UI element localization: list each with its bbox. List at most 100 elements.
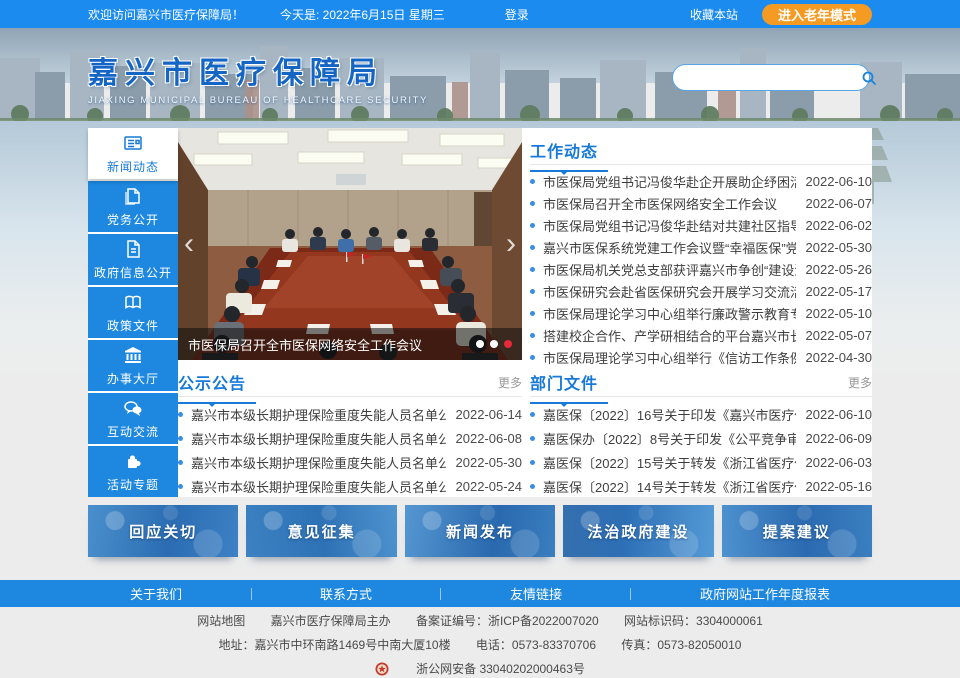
sidebar-item-service-hall[interactable]: 办事大厅 — [88, 340, 178, 391]
sidebar-item-gov-info[interactable]: 政府信息公开 — [88, 234, 178, 285]
list-item[interactable]: 市医保局机关党总支部获评嘉兴市争创“建设清廉机... 2022-05-26 — [530, 258, 872, 280]
section-title: 公示公告 — [178, 370, 246, 394]
search-box — [672, 64, 870, 91]
item-title[interactable]: 嘉兴市本级长期护理保险重度失能人员名单公示（2... — [191, 405, 446, 424]
item-date: 2022-04-30 — [806, 350, 873, 365]
top-utility-bar: 欢迎访问嘉兴市医疗保障局！ 今天是: 2022年6月15日 星期三 登录 收藏本… — [0, 0, 960, 28]
list-item[interactable]: 嘉兴市本级长期护理保险重度失能人员名单公示（2...2022-06-14 — [178, 402, 522, 426]
middle-column: 市医保局召开全市医保网络安全工作会议 公示公告 更多 嘉兴市本级长期护理保险重度… — [178, 128, 522, 497]
bullet-icon — [178, 484, 183, 489]
carousel-dot[interactable] — [476, 340, 484, 348]
sidebar-item-news[interactable]: 新闻动态 — [88, 128, 178, 179]
bullet-icon — [530, 245, 535, 250]
news-carousel[interactable]: 市医保局召开全市医保网络安全工作会议 — [178, 128, 522, 360]
list-item[interactable]: 嘉兴市本级长期护理保险重度失能人员名单公示（2...2022-05-30 — [178, 450, 522, 474]
login-link[interactable]: 登录 — [505, 6, 529, 23]
banner-label: 意见征集 — [288, 521, 356, 542]
sidebar-item-special-topics[interactable]: 活动专题 — [88, 446, 178, 497]
list-item[interactable]: 嘉医保〔2022〕16号关于印发《嘉兴市医疗保...2022-06-10 — [530, 402, 872, 426]
banner-news-release[interactable]: 新闻发布 — [405, 505, 555, 557]
item-title[interactable]: 市医保局党组书记冯俊华赴企开展助企纾困活动 — [543, 172, 796, 191]
host-info: 嘉兴市医疗保障局主办 — [271, 614, 391, 628]
more-link[interactable]: 更多 — [848, 374, 872, 391]
item-title[interactable]: 市医保研究会赴省医保研究会开展学习交流活动 — [543, 282, 796, 301]
list-item[interactable]: 市医保局理论学习中心组举行廉政警示教育专题学习...2022-05-10 — [530, 302, 872, 324]
chat-icon — [122, 397, 144, 419]
banner-law-based-government[interactable]: 法治政府建设 — [563, 505, 713, 557]
item-title[interactable]: 嘉医保办〔2022〕8号关于印发《公平竞争审查... — [543, 429, 796, 448]
item-date: 2022-05-16 — [806, 479, 873, 494]
footer-line-2: 地址：嘉兴市中环南路1469号中南大厦10楼 电话：0573-83370706 … — [0, 636, 960, 653]
bullet-icon — [530, 436, 535, 441]
item-title[interactable]: 嘉医保〔2022〕16号关于印发《嘉兴市医疗保... — [543, 405, 796, 424]
site-subtitle: JIAXING MUNICIPAL BUREAU OF HEALTHCARE S… — [88, 95, 428, 106]
search-icon[interactable] — [861, 66, 877, 89]
sidebar-item-interaction[interactable]: 互动交流 — [88, 393, 178, 444]
site-title: 嘉兴市医疗保障局 — [88, 48, 428, 92]
list-item[interactable]: 市医保局党组书记冯俊华赴企开展助企纾困活动2022-06-10 — [530, 170, 872, 192]
item-date: 2022-05-30 — [806, 240, 873, 255]
item-date: 2022-05-26 — [806, 262, 873, 277]
footnav-annual-report[interactable]: 政府网站工作年度报表 — [700, 584, 830, 603]
sidebar-item-policy-files[interactable]: 政策文件 — [88, 287, 178, 338]
list-item[interactable]: 嘉医保〔2022〕15号关于转发《浙江省医疗保...2022-06-03 — [530, 450, 872, 474]
security-record-number[interactable]: 浙公网安备 33040202000463号 — [416, 660, 585, 677]
banner-label: 法治政府建设 — [587, 521, 689, 542]
sidebar-item-label: 活动专题 — [107, 476, 159, 493]
footnav-friend-links[interactable]: 友情链接 — [510, 584, 562, 603]
list-item[interactable]: 嘉兴市医保系统党建工作会议暨“幸福医保”党建联... 2022-05-30 — [530, 236, 872, 258]
elder-mode-button[interactable]: 进入老年模式 — [762, 4, 872, 25]
item-title[interactable]: 市医保局党组书记冯俊华赴结对共建社区指导全国文... — [543, 216, 796, 235]
favorite-site-link[interactable]: 收藏本站 — [690, 6, 738, 23]
more-link[interactable]: 更多 — [498, 374, 522, 391]
item-title[interactable]: 市医保局机关党总支部获评嘉兴市争创“建设清廉机... — [543, 260, 796, 279]
list-item[interactable]: 嘉兴市本级长期护理保险重度失能人员名单公示（2...2022-05-24 — [178, 474, 522, 498]
list-item[interactable]: 嘉医保办〔2022〕8号关于印发《公平竞争审查... 2022-06-09 — [530, 426, 872, 450]
banner-label: 新闻发布 — [446, 521, 514, 542]
sitemap-link[interactable]: 网站地图 — [197, 614, 245, 628]
main-content-panel: 新闻动态 党务公开 政府信息公开 政策文件 办事大厅 — [88, 128, 872, 497]
notices-list: 嘉兴市本级长期护理保险重度失能人员名单公示（2...2022-06-14 嘉兴市… — [178, 402, 522, 498]
list-item[interactable]: 市医保研究会赴省医保研究会开展学习交流活动2022-05-17 — [530, 280, 872, 302]
book-icon — [122, 291, 144, 313]
carousel-dot[interactable] — [490, 340, 498, 348]
bullet-icon — [530, 223, 535, 228]
item-title[interactable]: 市医保局理论学习中心组举行《信访工作条例》专题... — [543, 348, 796, 367]
list-item[interactable]: 市医保局召开全市医保网络安全工作会议 2022-06-07 — [530, 192, 872, 214]
sidebar-item-label: 新闻动态 — [107, 158, 159, 175]
item-title[interactable]: 嘉医保〔2022〕14号关于转发《浙江省医疗保... — [543, 477, 796, 496]
bullet-icon — [530, 412, 535, 417]
item-title[interactable]: 嘉兴市医保系统党建工作会议暨“幸福医保”党建联... — [543, 238, 796, 257]
carousel-prev-arrow[interactable] — [178, 224, 200, 264]
list-item[interactable]: 嘉兴市本级长期护理保险重度失能人员名单公示（2...2022-06-08 — [178, 426, 522, 450]
item-date: 2022-06-07 — [806, 196, 873, 211]
item-date: 2022-06-09 — [806, 431, 873, 446]
search-input[interactable] — [685, 66, 861, 89]
carousel-caption[interactable]: 市医保局召开全市医保网络安全工作会议 — [188, 335, 468, 354]
list-item[interactable]: 搭建校企合作、产学研相结合的平台嘉兴市长期护理...2022-05-07 — [530, 324, 872, 346]
quick-link-banners: 回应关切 意见征集 新闻发布 法治政府建设 提案建议 — [88, 505, 872, 557]
banner-respond-concerns[interactable]: 回应关切 — [88, 505, 238, 557]
banner-proposal-suggestions[interactable]: 提案建议 — [722, 505, 872, 557]
sidebar-item-party-affairs[interactable]: 党务公开 — [88, 181, 178, 232]
sidebar-item-label: 党务公开 — [107, 211, 159, 228]
item-title[interactable]: 嘉兴市本级长期护理保险重度失能人员名单公示（2... — [191, 429, 446, 448]
footnav-about[interactable]: 关于我们 — [130, 584, 182, 603]
item-title[interactable]: 市医保局理论学习中心组举行廉政警示教育专题学习... — [543, 304, 796, 323]
list-item[interactable]: 市医保局理论学习中心组举行《信访工作条例》专题... 2022-04-30 — [530, 346, 872, 368]
carousel-next-arrow[interactable] — [500, 224, 522, 264]
bullet-icon — [530, 179, 535, 184]
item-title[interactable]: 嘉兴市本级长期护理保险重度失能人员名单公示（2... — [191, 453, 446, 472]
footnav-contact[interactable]: 联系方式 — [320, 584, 372, 603]
list-item[interactable]: 嘉医保〔2022〕14号关于转发《浙江省医疗保... 2022-05-16 — [530, 474, 872, 498]
footer-line-3: 浙公网安备 33040202000463号 — [0, 660, 960, 677]
site-logo: 嘉兴市医疗保障局 JIAXING MUNICIPAL BUREAU OF HEA… — [88, 48, 428, 106]
item-title[interactable]: 搭建校企合作、产学研相结合的平台嘉兴市长期护理... — [543, 326, 796, 345]
banner-opinion-collection[interactable]: 意见征集 — [246, 505, 396, 557]
list-item[interactable]: 市医保局党组书记冯俊华赴结对共建社区指导全国文...2022-06-02 — [530, 214, 872, 236]
item-title[interactable]: 市医保局召开全市医保网络安全工作会议 — [543, 194, 796, 213]
item-title[interactable]: 嘉医保〔2022〕15号关于转发《浙江省医疗保... — [543, 453, 796, 472]
carousel-dot-active[interactable] — [504, 340, 512, 348]
item-title[interactable]: 嘉兴市本级长期护理保险重度失能人员名单公示（2... — [191, 477, 446, 496]
sidebar-item-label: 政策文件 — [107, 317, 159, 334]
